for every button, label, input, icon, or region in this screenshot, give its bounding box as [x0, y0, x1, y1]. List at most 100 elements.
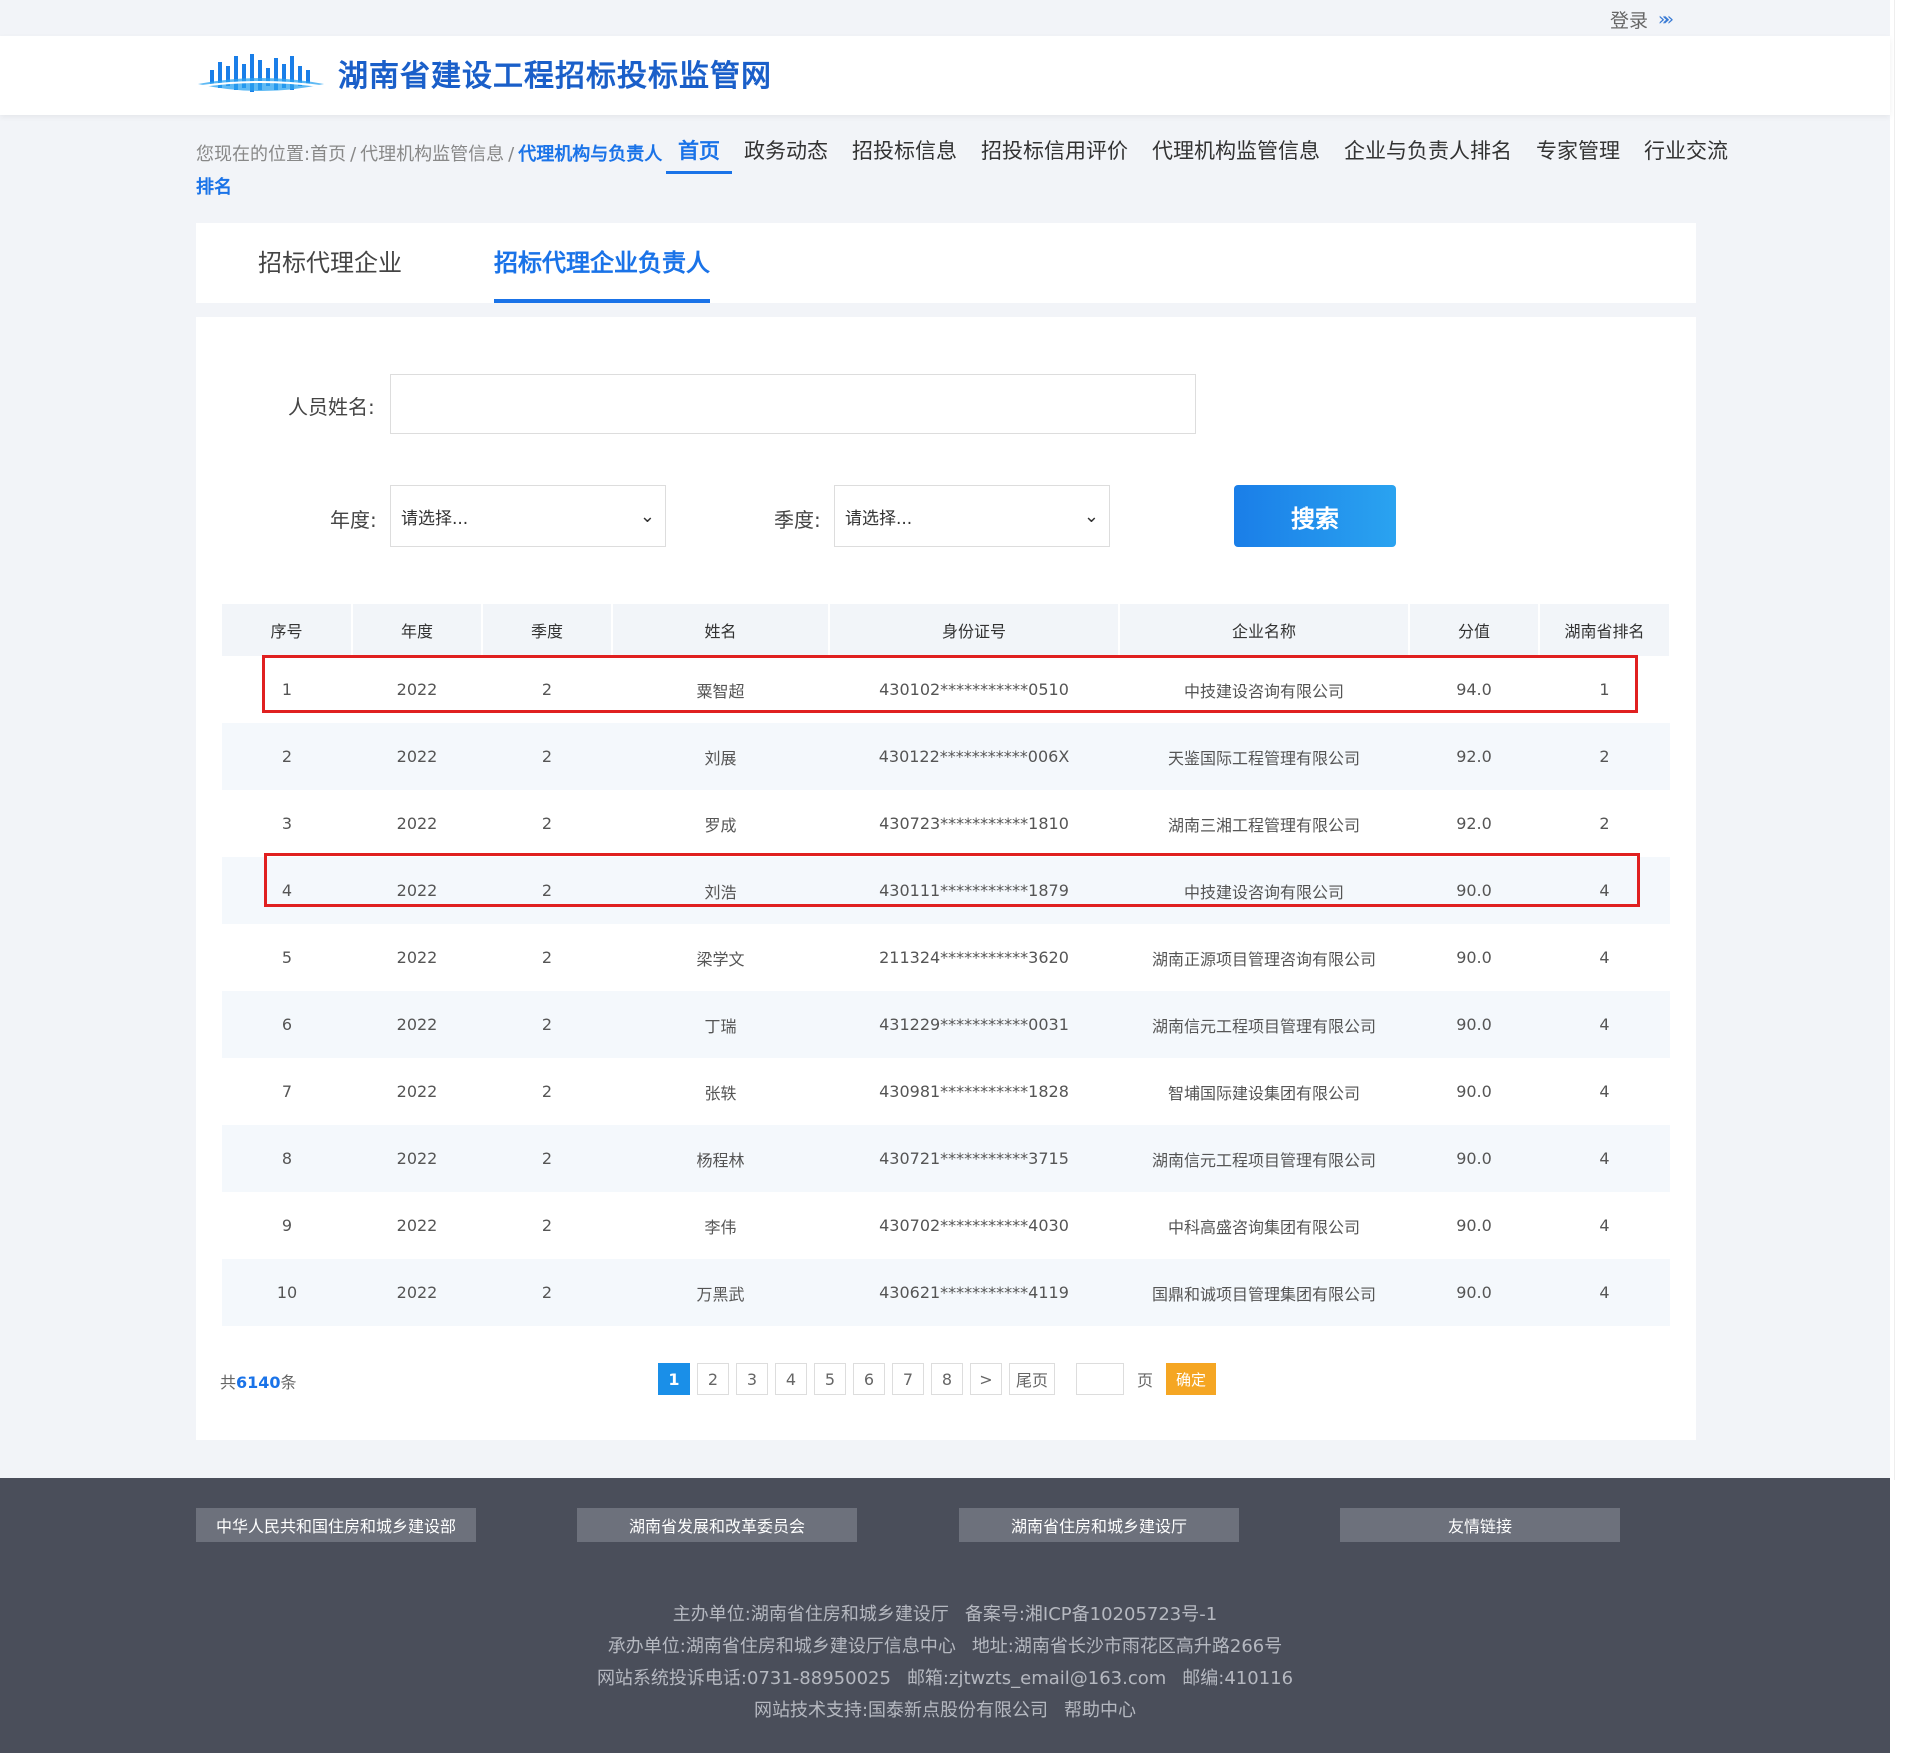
table-row[interactable]: 2 2022 2 刘展 430122***********006X 天鉴国际工程管理有限公…	[222, 723, 1670, 790]
cell-id: 430981***********1828	[879, 1082, 1069, 1101]
breadcrumb-separator: /	[350, 144, 357, 165]
scrollbar-thumb[interactable]	[1894, 0, 1909, 1480]
footer-address: 地址:湖南省长沙市雨花区高升路266号	[971, 1636, 1283, 1657]
quarter-select[interactable]: 请选择... ⌄	[834, 485, 1110, 547]
nav-item-ranking[interactable]: 企业与负责人排名	[1332, 134, 1524, 174]
footer-sponsor: 主办单位:湖南省住房和城乡建设厅	[672, 1604, 949, 1625]
page-jump-input[interactable]	[1076, 1363, 1125, 1395]
cell-index: 8	[222, 1125, 352, 1192]
search-button[interactable]: 搜索	[1234, 485, 1396, 547]
login-link[interactable]: 登录 »»	[1610, 6, 1674, 33]
site-title: 湖南省建设工程招标投标监管网	[338, 59, 772, 94]
double-arrow-icon: »»	[1657, 9, 1674, 30]
cell-score: 90.0	[1456, 948, 1492, 967]
table-row[interactable]: 5 2022 2 梁学文 211324***********3620 湖南正源项目管理咨询…	[222, 924, 1670, 991]
cell-index: 3	[281, 814, 293, 833]
cell-year: 2022	[396, 948, 438, 967]
breadcrumb-section[interactable]: 代理机构监管信息	[360, 144, 504, 165]
page-button-5[interactable]: 5	[814, 1363, 846, 1395]
cell-year: 2022	[352, 857, 482, 924]
page-button-6[interactable]: 6	[853, 1363, 885, 1395]
content-panel: 人员姓名: 年度: 请选择... ⌄ 季度: 请选择... ⌄ 搜索 序号 年度…	[196, 317, 1696, 1440]
tab-agency-leader[interactable]: 招标代理企业负责人	[494, 223, 710, 303]
table-row[interactable]: 10 2022 2 万黑武 430621***********4119 国鼎和诚项目管理集…	[222, 1259, 1670, 1326]
year-select-value: 请选择...	[401, 508, 469, 529]
nav-item-agency[interactable]: 代理机构监管信息	[1140, 134, 1332, 174]
footer-postcode: 邮编:410116	[1182, 1668, 1294, 1689]
column-header: 序号	[222, 604, 353, 656]
quarter-label: 季度:	[774, 508, 821, 532]
cell-company: 中技建设咨询有限公司	[1119, 857, 1409, 924]
cell-rank: 4	[1599, 1216, 1610, 1235]
name-input[interactable]	[390, 374, 1196, 434]
total-suffix: 条	[280, 1373, 297, 1392]
cell-name: 万黑武	[612, 1259, 829, 1326]
page-button-8[interactable]: 8	[931, 1363, 963, 1395]
breadcrumb-separator: /	[508, 144, 515, 165]
year-label: 年度:	[330, 508, 377, 532]
cell-name: 粟智超	[696, 681, 745, 701]
footer-link-ndrc[interactable]: 湖南省发展和改革委员会	[577, 1508, 857, 1542]
nav-item-experts[interactable]: 专家管理	[1524, 134, 1632, 174]
footer-email: 邮箱:zjtwzts_email@163.com	[906, 1668, 1167, 1689]
scrollbar[interactable]	[1890, 0, 1913, 1753]
cell-index: 10	[222, 1259, 352, 1326]
cell-company: 国鼎和诚项目管理集团有限公司	[1119, 1259, 1409, 1326]
pagination: 1 2 3 4 5 6 7 8 > 尾页 页 确定	[658, 1363, 1217, 1395]
footer-info-line-1: 主办单位:湖南省住房和城乡建设厅 备案号:湘ICP备10205723号-1	[0, 1600, 1890, 1626]
table-row[interactable]: 8 2022 2 杨程林 430721***********3715 湖南信元工程项目管理…	[222, 1125, 1670, 1192]
table-row[interactable]: 1 2022 2 粟智超 430102***********0510 中技建设咨询有限公司…	[222, 656, 1670, 723]
cell-index: 9	[281, 1216, 293, 1235]
cell-rank: 4	[1539, 991, 1670, 1058]
cell-index: 2	[222, 723, 352, 790]
nav-item-bidding-info[interactable]: 招投标信息	[840, 134, 969, 174]
footer-link-mohurd[interactable]: 中华人民共和国住房和城乡建设部	[196, 1508, 476, 1542]
cell-id: 431229***********0031	[829, 991, 1119, 1058]
tab-agency[interactable]: 招标代理企业	[258, 223, 402, 303]
page-button-4[interactable]: 4	[775, 1363, 807, 1395]
nav-item-exchange[interactable]: 行业交流	[1632, 134, 1740, 174]
page-button-3[interactable]: 3	[736, 1363, 768, 1395]
page-jump-confirm-button[interactable]: 确定	[1166, 1363, 1217, 1395]
table-row[interactable]: 7 2022 2 张轶 430981***********1828 智埔国际建设集团有限公…	[222, 1058, 1670, 1125]
table-row[interactable]: 9 2022 2 李伟 430702***********4030 中科高盛咨询集团有限公…	[222, 1192, 1670, 1259]
breadcrumb-home[interactable]: 首页	[310, 144, 346, 165]
main-nav: 首页 政务动态 招投标信息 招投标信用评价 代理机构监管信息 企业与负责人排名 …	[666, 134, 1740, 174]
cell-rank: 4	[1539, 1125, 1670, 1192]
next-page-button[interactable]: >	[970, 1363, 1002, 1395]
footer-help-center[interactable]: 帮助中心	[1064, 1700, 1136, 1721]
table-row[interactable]: 4 2022 2 刘浩 430111***********1879 中技建设咨询有限公司 9…	[222, 857, 1670, 924]
cell-id: 430621***********4119	[829, 1259, 1119, 1326]
cell-score: 94.0	[1456, 680, 1492, 699]
top-bar: 登录 »»	[0, 0, 1890, 36]
footer-link-friends[interactable]: 友情链接	[1340, 1508, 1620, 1542]
cell-score: 90.0	[1409, 1125, 1539, 1192]
cell-score: 92.0	[1456, 814, 1492, 833]
footer-info-line-3: 网站系统投诉电话:0731-88950025 邮箱:zjtwzts_email@1…	[0, 1664, 1890, 1690]
site-logo[interactable]: 湖南省建设工程招标投标监管网	[196, 50, 772, 96]
page-button-1[interactable]: 1	[658, 1363, 690, 1395]
cell-rank: 4	[1539, 857, 1670, 924]
total-number: 6140	[236, 1373, 281, 1392]
last-page-button[interactable]: 尾页	[1009, 1363, 1056, 1395]
cell-name: 张轶	[704, 1083, 737, 1103]
page-button-2[interactable]: 2	[697, 1363, 729, 1395]
cell-id: 430721***********3715	[829, 1125, 1119, 1192]
table-row[interactable]: 6 2022 2 丁瑞 431229***********0031 湖南信元工程项目管理有…	[222, 991, 1670, 1058]
cell-company: 湖南信元工程项目管理有限公司	[1119, 991, 1409, 1058]
nav-item-credit[interactable]: 招投标信用评价	[969, 134, 1140, 174]
cell-quarter: 2	[541, 948, 553, 967]
table-row[interactable]: 3 2022 2 罗成 430723***********1810 湖南三湘工程管理有限公…	[222, 790, 1670, 857]
year-select[interactable]: 请选择... ⌄	[390, 485, 666, 547]
nav-item-home[interactable]: 首页	[666, 134, 732, 174]
page-button-7[interactable]: 7	[892, 1363, 924, 1395]
cell-quarter: 2	[541, 1082, 553, 1101]
nav-item-news[interactable]: 政务动态	[732, 134, 840, 174]
column-header: 分值	[1409, 604, 1540, 656]
footer-link-hunan-housing[interactable]: 湖南省住房和城乡建设厅	[959, 1508, 1239, 1542]
cell-id: 430102***********0510	[879, 680, 1069, 699]
chevron-down-icon: ⌄	[639, 505, 655, 527]
cell-year: 2022	[396, 1082, 438, 1101]
footer-icp[interactable]: 备案号:湘ICP备10205723号-1	[965, 1604, 1217, 1625]
cell-quarter: 2	[541, 1216, 553, 1235]
